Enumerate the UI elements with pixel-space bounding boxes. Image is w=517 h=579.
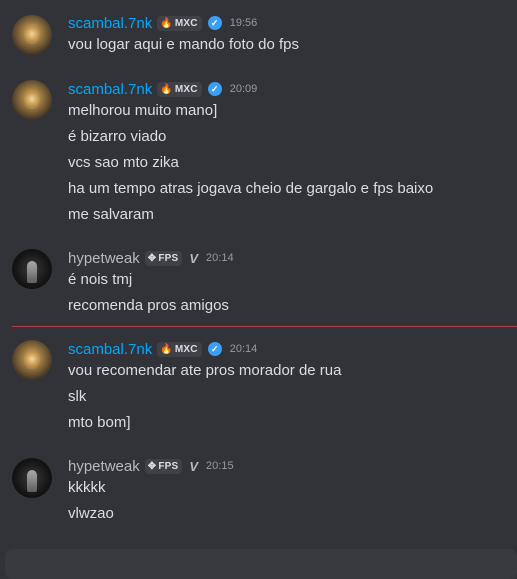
message-composer[interactable] — [5, 549, 517, 579]
server-tag[interactable]: ✥ FPS — [144, 458, 183, 474]
timestamp[interactable]: 20:14 — [206, 252, 234, 264]
server-tag[interactable]: ✥ FPS — [144, 250, 183, 266]
message-text: vlwzao — [68, 505, 114, 522]
username[interactable]: scambal.7nk — [68, 81, 152, 98]
username[interactable]: scambal.7nk — [68, 341, 152, 358]
crosshair-icon: ✥ — [147, 460, 157, 472]
message-text: slk — [68, 388, 87, 405]
badge-v-icon: V — [189, 458, 199, 474]
verified-icon: ✓ — [207, 82, 222, 96]
timestamp[interactable]: 19:56 — [230, 17, 258, 29]
message-header: scambal.7nk 🔥 MXC ✓ 19:56 — [68, 13, 257, 33]
new-messages-divider — [12, 326, 517, 327]
badge-v-icon: V — [189, 250, 199, 266]
message-header: hypetweak ✥ FPS V 20:15 — [68, 456, 234, 476]
message-text: vou logar aqui e mando foto do fps — [68, 36, 299, 53]
avatar[interactable] — [12, 249, 52, 289]
message-text: me salvaram — [68, 206, 154, 223]
fire-icon: 🔥 — [160, 343, 173, 355]
message-text: é bizarro viado — [68, 128, 167, 145]
avatar[interactable] — [12, 340, 52, 380]
avatar[interactable] — [12, 80, 52, 120]
verified-icon: ✓ — [207, 342, 222, 356]
message-text: mto bom] — [68, 414, 131, 431]
message-header: hypetweak ✥ FPS V 20:14 — [68, 248, 234, 268]
server-tag[interactable]: 🔥 MXC — [157, 341, 202, 357]
message-text: melhorou muito mano] — [68, 102, 218, 119]
server-tag[interactable]: 🔥 MXC — [157, 15, 202, 31]
verified-icon: ✓ — [207, 16, 222, 30]
timestamp[interactable]: 20:14 — [230, 343, 258, 355]
message-text: ha um tempo atras jogava cheio de gargal… — [68, 180, 434, 197]
message-text: vcs sao mto zika — [68, 154, 179, 171]
message-text: kkkkk — [68, 479, 106, 496]
timestamp[interactable]: 20:09 — [230, 83, 258, 95]
username[interactable]: hypetweak — [68, 458, 140, 475]
avatar[interactable] — [12, 458, 52, 498]
fire-icon: 🔥 — [160, 17, 173, 29]
message-text: recomenda pros amigos — [68, 297, 229, 314]
message-header: scambal.7nk 🔥 MXC ✓ 20:09 — [68, 79, 257, 99]
server-tag[interactable]: 🔥 MXC — [157, 81, 202, 97]
message-text: é nois tmj — [68, 271, 133, 288]
timestamp[interactable]: 20:15 — [206, 460, 234, 472]
avatar[interactable] — [12, 15, 52, 55]
message-header: scambal.7nk 🔥 MXC ✓ 20:14 — [68, 339, 257, 359]
username[interactable]: scambal.7nk — [68, 15, 152, 32]
crosshair-icon: ✥ — [147, 252, 157, 264]
username[interactable]: hypetweak — [68, 250, 140, 267]
message-text: vou recomendar ate pros morador de rua — [68, 362, 342, 379]
fire-icon: 🔥 — [160, 83, 173, 95]
